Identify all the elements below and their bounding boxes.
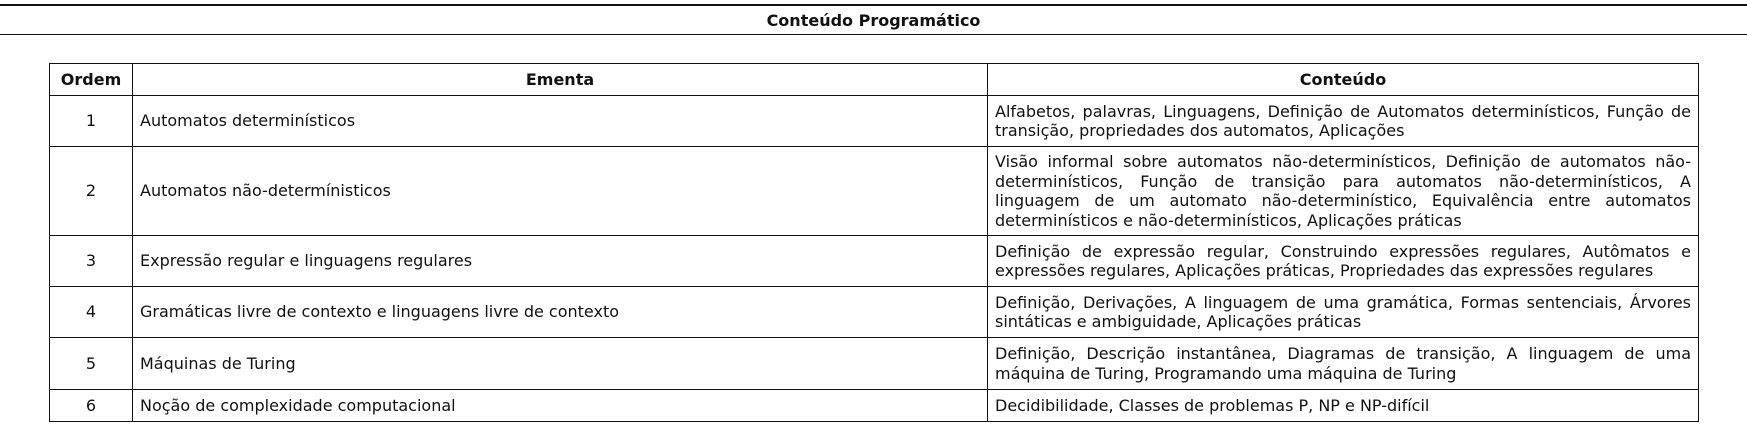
row-ementa: Gramáticas livre de contexto e linguagen…: [132, 286, 988, 338]
header-ordem: Ordem: [49, 63, 133, 96]
row-ementa: Automatos determinísticos: [132, 95, 988, 147]
row-ordem: 2: [49, 146, 133, 236]
row-conteudo: Definição de expressão regular, Construi…: [987, 235, 1699, 287]
row-conteudo: Definição, Derivações, A linguagem de um…: [987, 286, 1699, 338]
row-conteudo: Alfabetos, palavras, Linguagens, Definiç…: [987, 95, 1699, 147]
conteudo-programatico-table: Ordem Ementa Conteúdo 1 Automatos determ…: [49, 63, 1699, 422]
table-row: 1 Automatos determinísticos Alfabetos, p…: [49, 95, 1699, 147]
section-title: Conteúdo Programático: [766, 10, 981, 30]
header-conteudo: Conteúdo: [987, 63, 1699, 96]
row-ordem: 4: [49, 286, 133, 338]
row-ordem: 5: [49, 337, 133, 390]
table-row: 5 Máquinas de Turing Definição, Descriçã…: [49, 337, 1699, 390]
row-ementa: Noção de complexidade computacional: [132, 389, 988, 422]
section-header: Conteúdo Programático: [0, 4, 1747, 35]
table-row: 3 Expressão regular e linguagens regular…: [49, 235, 1699, 287]
table-row: 4 Gramáticas livre de contexto e linguag…: [49, 286, 1699, 338]
table-header-row: Ordem Ementa Conteúdo: [49, 63, 1699, 96]
row-ementa: Máquinas de Turing: [132, 337, 988, 390]
row-ordem: 6: [49, 389, 133, 422]
table-row: 2 Automatos não-determínisticos Visão in…: [49, 146, 1699, 236]
row-ordem: 3: [49, 235, 133, 287]
row-conteudo: Decidibilidade, Classes de problemas P, …: [987, 389, 1699, 422]
row-ementa: Expressão regular e linguagens regulares: [132, 235, 988, 287]
table-row: 6 Noção de complexidade computacional De…: [49, 389, 1699, 422]
header-ementa: Ementa: [132, 63, 988, 96]
row-conteudo: Definição, Descrição instantânea, Diagra…: [987, 337, 1699, 390]
row-conteudo: Visão informal sobre automatos não-deter…: [987, 146, 1699, 236]
row-ordem: 1: [49, 95, 133, 147]
row-ementa: Automatos não-determínisticos: [132, 146, 988, 236]
